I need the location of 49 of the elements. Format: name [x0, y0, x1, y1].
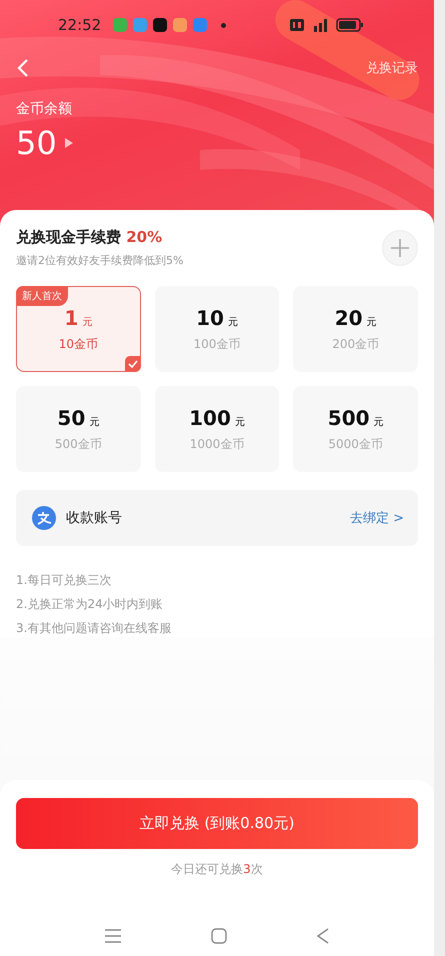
home-icon[interactable] — [210, 928, 227, 944]
menu-icon[interactable] — [104, 929, 122, 943]
plus-icon — [390, 238, 410, 258]
amount-option[interactable]: 50 元 500金币 — [16, 386, 141, 472]
battery-icon — [336, 18, 364, 32]
balance-value: 50 — [16, 124, 57, 162]
coin-cost: 200金币 — [332, 336, 380, 352]
exchange-button[interactable]: 立即兑换 (到账0.80元) — [16, 798, 418, 849]
remaining-count-text: 今日还可兑换3次 — [171, 861, 263, 878]
amount-unit: 元 — [82, 316, 92, 328]
amount-option[interactable]: 100 元 1000金币 — [154, 386, 280, 472]
coin-cost: 500金币 — [54, 436, 102, 452]
amount-unit: 元 — [228, 316, 238, 328]
amount-value: 20 — [334, 306, 363, 330]
bind-link[interactable]: 去绑定 > — [350, 509, 404, 527]
coin-cost: 5000金币 — [328, 436, 383, 452]
amount-value: 50 — [57, 406, 86, 430]
rule-text: 2.兑换正常为24小时内到账 — [16, 596, 164, 613]
rule-text: 3.有其他问题请咨询在线客服 — [16, 620, 172, 637]
back-nav-icon[interactable] — [316, 928, 330, 944]
coin-cost: 1000金币 — [190, 436, 244, 452]
fee-hint: 邀请2位有效好友手续费降低到5% — [16, 253, 184, 268]
amount-option[interactable]: 10 元 100金币 — [154, 286, 280, 372]
notification-dot-icon — [221, 22, 226, 28]
coin-cost: 100金币 — [194, 336, 240, 352]
balance-label: 金币余额 — [16, 100, 73, 118]
new-user-badge: 新人首次 — [16, 286, 68, 306]
account-label: 收款账号 — [66, 509, 123, 527]
amount-option[interactable]: 500 元 5000金币 — [293, 386, 418, 472]
check-icon — [124, 356, 141, 372]
payment-app-icon — [32, 506, 56, 530]
caret-icon[interactable] — [64, 138, 73, 148]
amount-value: 100 — [189, 406, 231, 430]
amount-option[interactable]: 20 元 200金币 — [293, 286, 418, 372]
coin-cost: 10金币 — [58, 336, 98, 352]
amount-unit: 元 — [374, 416, 384, 428]
amount-unit: 元 — [89, 416, 100, 428]
amount-value: 10 — [196, 306, 224, 330]
amount-option[interactable]: 新人首次 1 元 10金币 — [16, 286, 141, 372]
fee-title: 兑换现金手续费 20% — [16, 228, 164, 247]
payment-account-row[interactable]: 收款账号 去绑定 > — [16, 490, 418, 546]
amount-unit: 元 — [366, 316, 377, 328]
add-button[interactable] — [382, 230, 418, 266]
rule-text: 1.每日可兑换三次 — [16, 572, 112, 589]
amount-value: 500 — [328, 406, 370, 430]
amount-value: 1 — [64, 306, 78, 330]
amount-unit: 元 — [234, 416, 245, 428]
status-time: 22:52 — [58, 16, 102, 34]
back-icon[interactable] — [16, 58, 30, 78]
